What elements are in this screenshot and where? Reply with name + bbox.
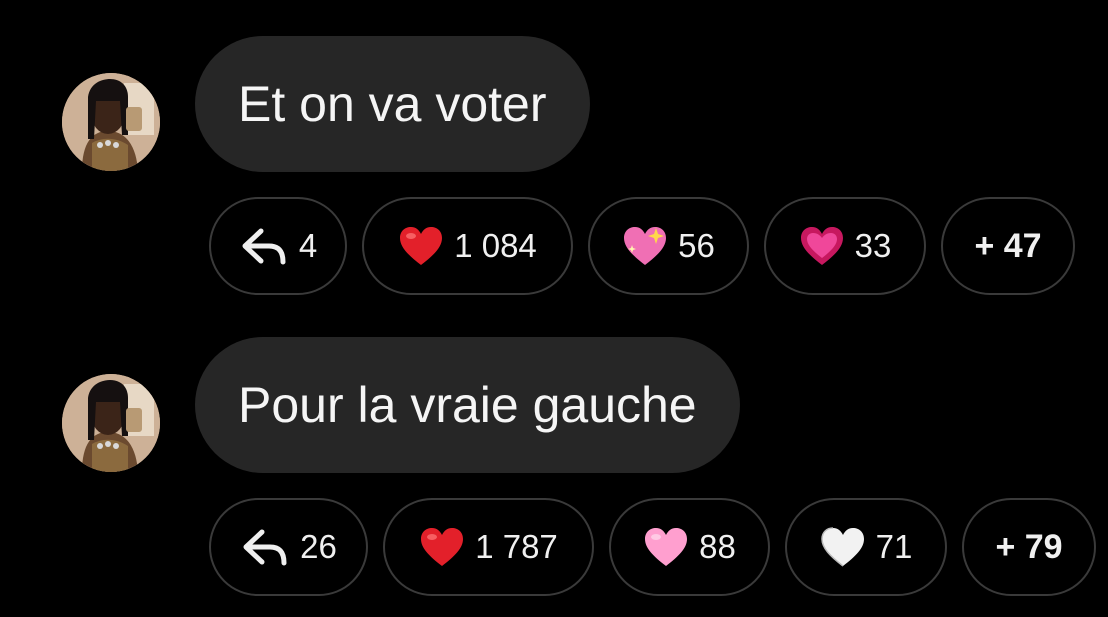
reaction-chip[interactable]: 88 (609, 498, 770, 596)
pink-heart-icon (645, 528, 688, 566)
reaction-chip[interactable]: 1 084 (362, 197, 573, 295)
reaction-bar: 26 1 787 88 71 + 79 (209, 498, 1096, 596)
red-heart-icon (421, 528, 464, 566)
reply-count: 26 (300, 528, 337, 565)
message-bubble[interactable]: Et on va voter (195, 36, 590, 172)
reaction-count: 88 (699, 528, 736, 565)
more-reactions-button[interactable]: + 79 (962, 498, 1096, 596)
reply-count: 4 (298, 227, 318, 264)
reaction-count: 56 (678, 227, 715, 264)
white-heart-icon (820, 527, 864, 567)
more-reactions-count: + 79 (995, 527, 1063, 566)
reaction-chip[interactable]: 1 787 (383, 498, 594, 596)
reply-button[interactable]: 26 (209, 498, 368, 596)
reaction-count: 33 (854, 227, 892, 264)
sparkling-heart-icon (624, 227, 667, 265)
more-reactions-count: + 47 (974, 226, 1042, 265)
reply-arrow-icon (242, 228, 286, 265)
reaction-count: 1 084 (454, 227, 537, 264)
avatar[interactable] (62, 73, 160, 171)
beating-heart-icon (800, 227, 843, 265)
avatar[interactable] (62, 374, 160, 472)
reaction-bar: 4 1 084 56 33 + 47 (209, 197, 1075, 295)
message-bubble[interactable]: Pour la vraie gauche (195, 337, 740, 473)
reply-button[interactable]: 4 (209, 197, 347, 295)
reaction-chip[interactable]: 33 (764, 197, 926, 295)
more-reactions-button[interactable]: + 47 (941, 197, 1075, 295)
reaction-chip[interactable]: 71 (785, 498, 947, 596)
red-heart-icon (400, 227, 443, 265)
reaction-count: 71 (875, 528, 913, 565)
reply-arrow-icon (243, 529, 287, 566)
reaction-count: 1 787 (475, 528, 558, 565)
reaction-chip[interactable]: 56 (588, 197, 749, 295)
